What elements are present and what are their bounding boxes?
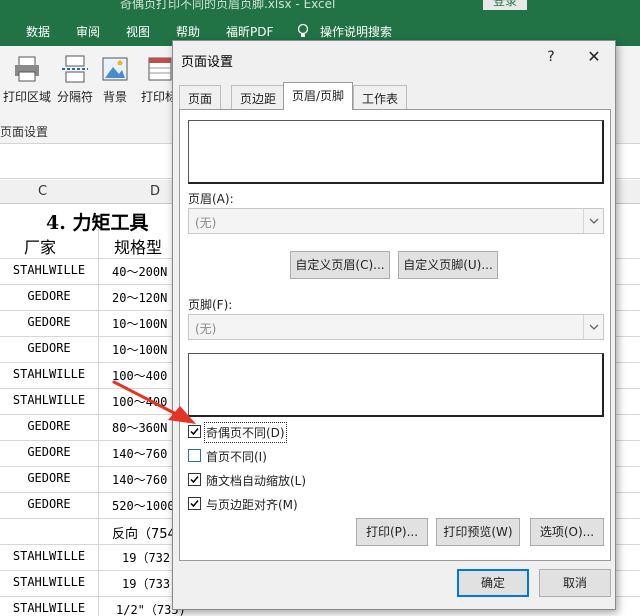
tab-panel: 页眉(A): (无) 自定义页眉(C)... 自定义页脚(U)... 页脚(F)… xyxy=(179,109,611,561)
tab-view[interactable]: 视图 xyxy=(126,23,150,40)
column-header-c[interactable]: C xyxy=(38,184,47,199)
footer-select[interactable]: (无) xyxy=(188,314,604,340)
background-button[interactable]: 背景 xyxy=(90,54,140,124)
options-button[interactable]: 选项(O)... xyxy=(530,518,604,546)
tab-foxit-pdf[interactable]: 福昕PDF xyxy=(226,23,273,40)
page-setup-dialog: 页面设置 ? ✕ 页面 页边距 页眉/页脚 工作表 页眉(A): (无) 自定义… xyxy=(172,40,616,610)
print-button[interactable]: 打印(P)... xyxy=(356,518,428,546)
tab-margins[interactable]: 页边距 xyxy=(231,85,286,109)
checkbox-checked[interactable] xyxy=(188,473,201,486)
print-area-button[interactable]: 打印区域 xyxy=(2,54,52,124)
tab-data[interactable]: 数据 xyxy=(26,23,50,40)
ribbon-group-label: 页面设置 xyxy=(0,125,49,139)
red-arrow-icon xyxy=(112,380,196,424)
close-icon: ✕ xyxy=(587,47,601,66)
help-button[interactable]: ? xyxy=(541,47,561,67)
tab-help[interactable]: 帮助 xyxy=(176,23,200,40)
checkbox-checked[interactable] xyxy=(188,497,201,510)
print-titles-icon xyxy=(144,54,174,84)
tab-review[interactable]: 审阅 xyxy=(76,23,100,40)
footer-label: 页脚(F): xyxy=(188,298,233,312)
background-icon xyxy=(100,54,130,84)
custom-header-button[interactable]: 自定义页眉(C)... xyxy=(290,251,390,279)
header-cell-manufacturer: 厂家 xyxy=(24,238,57,257)
header-select[interactable]: (无) xyxy=(188,208,604,234)
breaks-icon xyxy=(60,54,90,84)
tab-page[interactable]: 页面 xyxy=(179,85,222,109)
footer-preview xyxy=(188,353,604,417)
window-title: 奇偶页打印不同的页眉页脚.xlsx - Excel xyxy=(120,0,336,11)
tab-sheet[interactable]: 工作表 xyxy=(353,85,408,109)
title-bar: 奇偶页打印不同的页眉页脚.xlsx - Excel 登录 xyxy=(0,0,640,14)
login-button[interactable]: 登录 xyxy=(483,0,527,10)
ok-button[interactable]: 确定 xyxy=(457,569,529,597)
tab-header-footer[interactable]: 页眉/页脚 xyxy=(283,82,354,110)
custom-footer-button[interactable]: 自定义页脚(U)... xyxy=(398,251,498,279)
column-header-d[interactable]: D xyxy=(150,184,160,199)
header-preview xyxy=(188,120,604,184)
print-area-icon xyxy=(12,54,42,84)
checkbox-unchecked[interactable] xyxy=(188,449,201,462)
dialog-title: 页面设置 xyxy=(181,55,234,70)
tell-me-search[interactable]: 操作说明搜索 xyxy=(320,23,392,40)
chevron-down-icon xyxy=(583,209,603,233)
cancel-button[interactable]: 取消 xyxy=(539,569,611,597)
header-cell-spec: 规格型 xyxy=(114,238,163,257)
print-preview-button[interactable]: 打印预览(W) xyxy=(436,518,520,546)
chevron-down-icon xyxy=(583,315,603,339)
header-label: 页眉(A): xyxy=(188,192,234,206)
close-button[interactable]: ✕ xyxy=(583,47,605,67)
